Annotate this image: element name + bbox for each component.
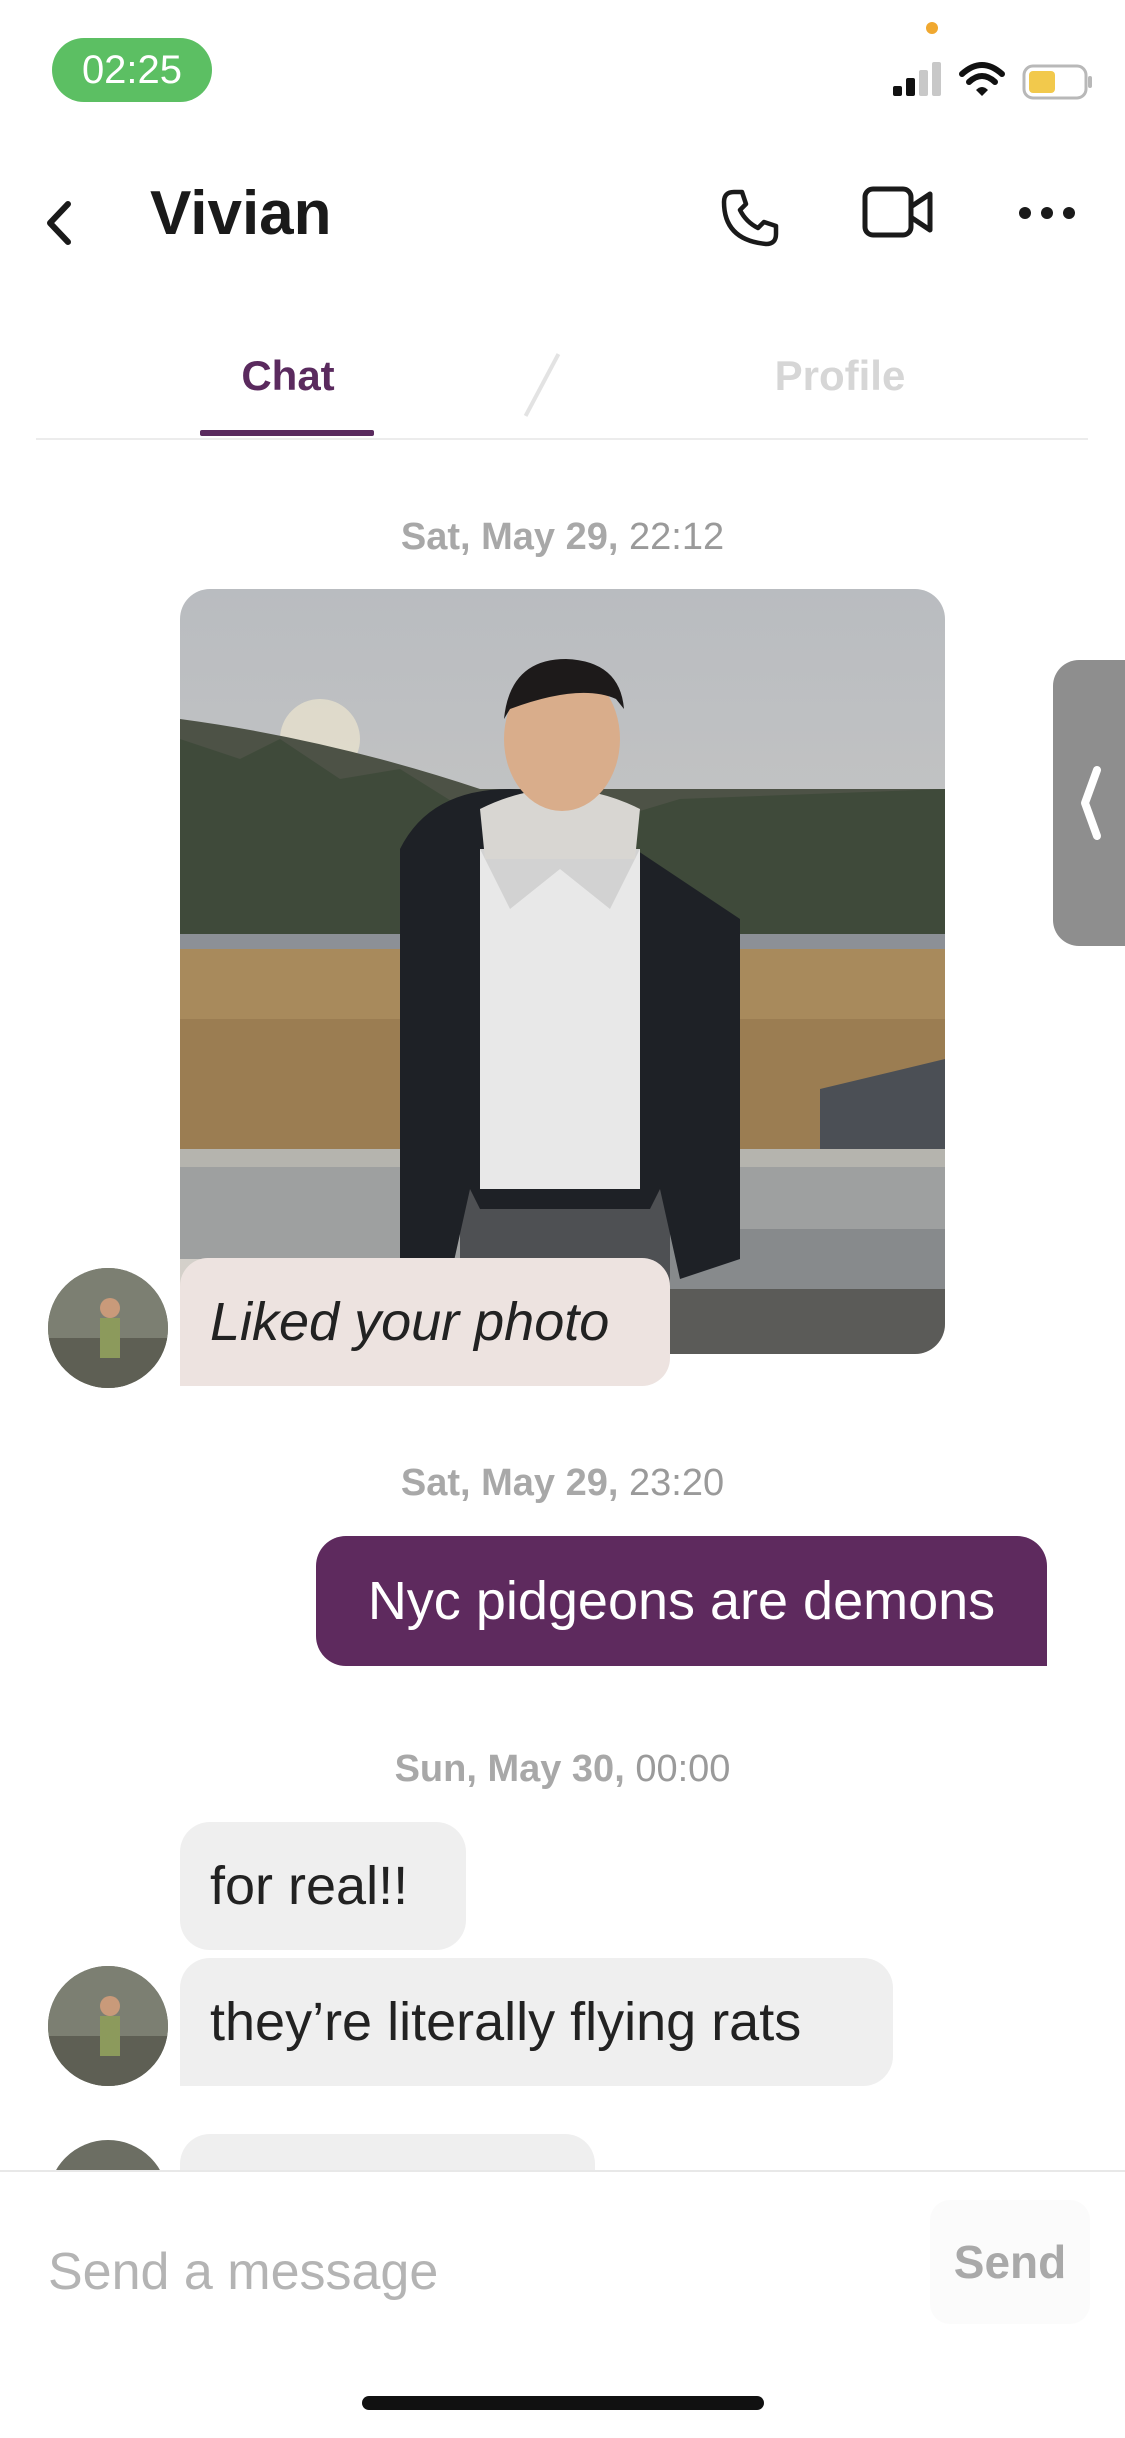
- avatar[interactable]: [48, 1966, 168, 2086]
- tab-chat[interactable]: Chat: [180, 352, 396, 400]
- liked-photo-bubble: Liked your photo: [180, 1258, 670, 1386]
- side-drawer-handle[interactable]: [1053, 660, 1125, 946]
- chat-title: Vivian: [150, 179, 332, 248]
- message-timestamp: Sat, May 29, 23:20: [0, 1462, 1125, 1505]
- tab-divider: [36, 438, 1088, 440]
- wifi-icon: [959, 62, 1005, 96]
- tab-separator: [523, 353, 561, 417]
- timestamp-date: Sat, May 29,: [400, 516, 619, 558]
- timestamp-date: Sun, May 30,: [394, 1748, 625, 1790]
- outgoing-message: Nyc pidgeons are demons: [316, 1536, 1047, 1666]
- avatar-image: [48, 1268, 168, 1388]
- timestamp-time: 00:00: [635, 1748, 731, 1790]
- message-input[interactable]: [48, 2232, 928, 2312]
- photo-image: [180, 589, 945, 1354]
- incoming-message: they’re literally flying rats: [180, 1958, 893, 2086]
- message-timestamp: Sat, May 29, 22:12: [0, 516, 1125, 559]
- tab-profile[interactable]: Profile: [732, 352, 948, 400]
- active-tab-indicator: [200, 430, 374, 436]
- drawer-chevron-icon: [1081, 766, 1101, 840]
- liked-photo[interactable]: [180, 589, 945, 1354]
- send-button[interactable]: Send: [930, 2200, 1090, 2324]
- home-indicator[interactable]: [362, 2396, 764, 2410]
- status-time: 02:25: [52, 38, 212, 102]
- phone-icon[interactable]: [720, 188, 780, 248]
- timestamp-time: 23:20: [629, 1462, 725, 1504]
- avatar[interactable]: [48, 1268, 168, 1388]
- video-camera-icon[interactable]: [862, 186, 934, 238]
- incoming-message: for real!!: [180, 1822, 466, 1950]
- battery-icon: [1022, 64, 1092, 100]
- timestamp-time: 22:12: [629, 516, 725, 558]
- message-timestamp: Sun, May 30, 00:00: [0, 1748, 1125, 1791]
- more-dots-icon[interactable]: [1018, 206, 1076, 220]
- avatar-image: [48, 1966, 168, 2086]
- back-chevron-icon[interactable]: [42, 200, 76, 246]
- timestamp-date: Sat, May 29,: [400, 1462, 619, 1504]
- signal-icon: [893, 62, 941, 96]
- camera-indicator: [926, 22, 938, 34]
